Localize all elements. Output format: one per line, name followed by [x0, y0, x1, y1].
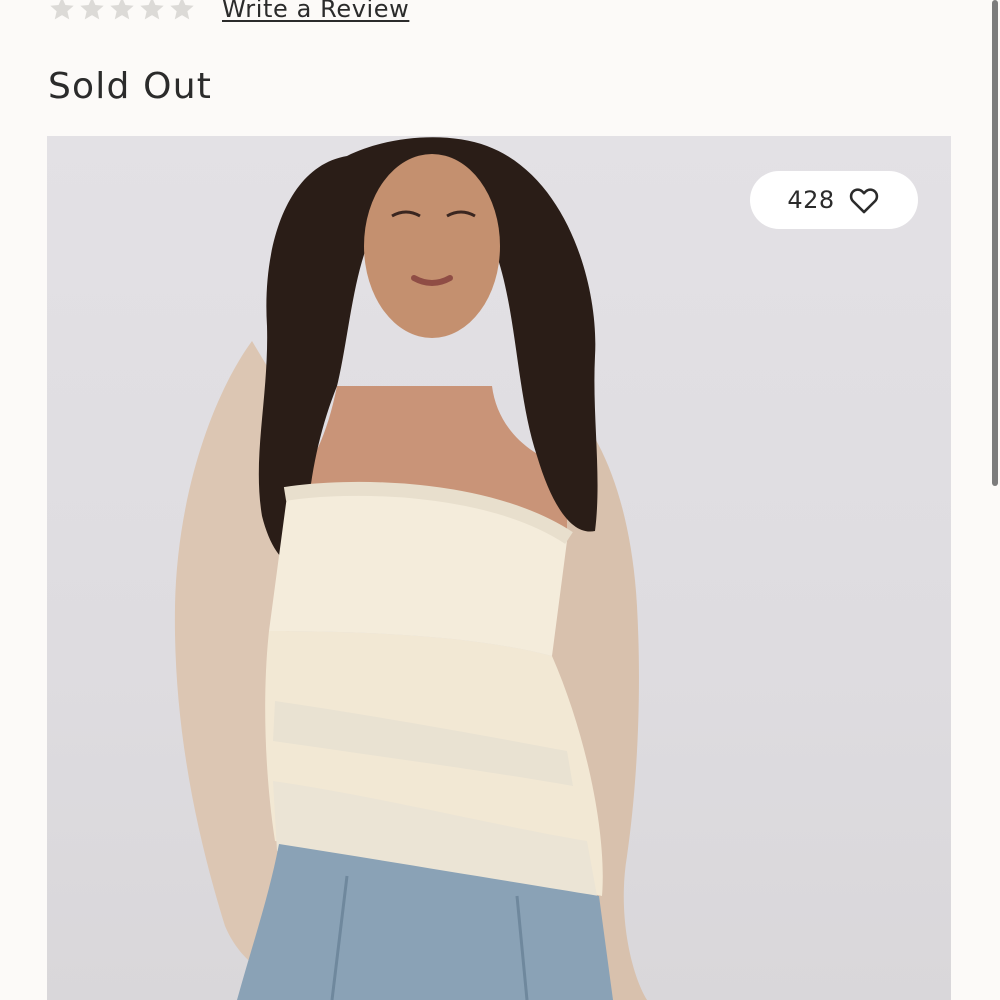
star-icon	[80, 0, 104, 20]
sold-out-status: Sold Out	[48, 66, 213, 107]
star-icon	[140, 0, 164, 20]
product-image[interactable]: 428	[47, 136, 951, 1000]
face	[364, 154, 500, 338]
product-photo	[174, 137, 647, 1000]
star-rating[interactable]	[48, 0, 196, 23]
star-icon	[170, 0, 194, 20]
scrollbar-thumb[interactable]	[992, 0, 998, 486]
star-icon	[50, 0, 74, 20]
star-icon	[110, 0, 134, 20]
rating-row: Write a Review	[48, 0, 409, 26]
write-review-link[interactable]: Write a Review	[222, 0, 409, 23]
heart-outline-icon	[849, 188, 878, 214]
scrollbar[interactable]	[990, 0, 1000, 1000]
like-button[interactable]: 428	[750, 171, 918, 229]
like-count: 428	[787, 186, 835, 214]
product-page: Write a Review Sold Out 428	[0, 0, 1000, 1000]
